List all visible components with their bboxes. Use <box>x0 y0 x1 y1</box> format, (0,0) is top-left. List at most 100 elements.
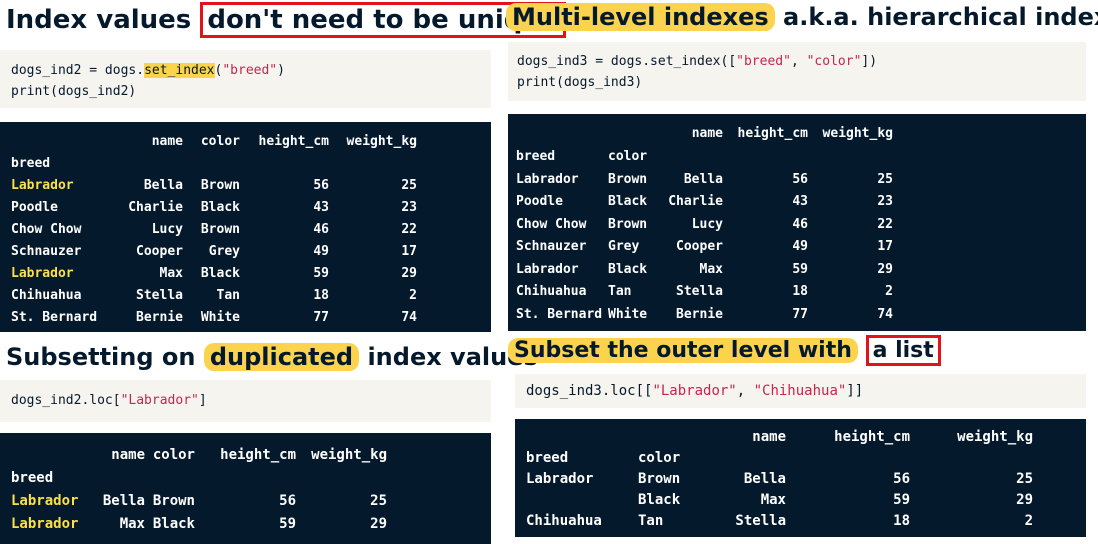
code-string: "breed" <box>222 63 278 78</box>
cell: 29 <box>877 261 893 277</box>
column-header: name <box>111 446 145 463</box>
index-cell: Chow Chow <box>11 221 82 237</box>
cell: 77 <box>313 309 329 325</box>
table-row: Labrador Bella Brown 56 25 <box>11 174 417 196</box>
index-cell: Brown <box>608 216 648 232</box>
cell: 56 <box>893 470 910 487</box>
code-function: set_index <box>144 63 215 78</box>
cell: 77 <box>792 306 808 322</box>
index-name: color <box>608 149 648 164</box>
cell: Cooper <box>676 239 723 254</box>
column-header: weight_kg <box>346 133 417 149</box>
index-cell: Tan <box>608 284 632 299</box>
cell: Max <box>760 491 786 508</box>
output-table: name color height_cm weight_kg breed Lab… <box>11 443 387 535</box>
cell: 59 <box>313 265 329 281</box>
header-row: name height_cm weight_kg <box>516 122 893 145</box>
cell: Max <box>699 261 723 277</box>
index-name: color <box>638 449 681 466</box>
cell: 2 <box>1024 512 1033 529</box>
index-cell: Chow Chow <box>516 216 587 232</box>
index-cell: Brown <box>638 470 681 487</box>
code-string: "Chihuahua" <box>753 383 847 399</box>
output-dogs-ind2: name color height_cm weight_kg breed Lab… <box>0 122 491 332</box>
index-cell: Poodle <box>11 199 58 215</box>
cell: 59 <box>279 515 296 532</box>
cell: Black <box>152 515 195 532</box>
cell: Lucy <box>691 216 723 232</box>
highlighted-phrase: Subset the outer level with <box>508 338 858 363</box>
index-cell: Labrador <box>516 171 579 187</box>
table-row: Poodle Black Charlie 43 23 <box>516 190 893 213</box>
cell: 49 <box>313 243 329 259</box>
cell: Stella <box>676 284 723 299</box>
output-dogs-ind3: name height_cm weight_kg breed color Lab… <box>508 114 1086 331</box>
index-cell: White <box>608 306 648 322</box>
cell: Charlie <box>128 199 183 215</box>
code-line: dogs_ind3 = dogs.set_index(["breed", "co… <box>517 51 1077 72</box>
index-cell: St. Bernard <box>516 306 603 322</box>
index-name: breed <box>516 149 556 164</box>
table-row: Black Max 59 29 <box>526 489 1033 510</box>
index-cell: Poodle <box>516 194 563 209</box>
table-row: Labrador Max Black 59 29 <box>11 262 417 284</box>
column-header: name <box>151 133 183 149</box>
index-cell: Tan <box>638 512 664 529</box>
column-header: height_cm <box>220 446 296 463</box>
output-loc-labrador: name color height_cm weight_kg breed Lab… <box>0 433 491 544</box>
column-header: height_cm <box>834 429 910 445</box>
cell: 18 <box>893 512 910 529</box>
cell: Black <box>200 265 240 281</box>
index-cell: Black <box>638 491 681 508</box>
code-text: , <box>736 383 754 399</box>
index-name-row: breed color <box>526 447 1033 468</box>
index-cell: Chihuahua <box>516 284 587 299</box>
cell: Bella <box>143 177 183 193</box>
cell: Bella <box>683 171 723 187</box>
index-cell: Schnauzer <box>11 243 82 259</box>
cell: 2 <box>885 284 893 299</box>
code-block-set-index: dogs_ind2 = dogs.set_index("breed") prin… <box>0 50 491 108</box>
code-text: ] <box>198 393 207 408</box>
cell: 56 <box>279 492 296 509</box>
code-line: dogs_ind3.loc[["Labrador", "Chihuahua"]] <box>526 381 1075 402</box>
heading-subsetting-duplicated: Subsetting on duplicated index values <box>6 343 538 371</box>
table-row: Schnauzer Grey Cooper 49 17 <box>516 235 893 258</box>
heading-subset-outer-level: Subset the outer level with a list <box>508 335 941 366</box>
table-row: Labrador Black Max 59 29 <box>516 258 893 280</box>
column-header: weight_kg <box>311 446 387 463</box>
output-table: name height_cm weight_kg breed color Lab… <box>526 427 1033 531</box>
cell: 29 <box>370 515 387 532</box>
table-row: Chow Chow Lucy Brown 46 22 <box>11 218 417 240</box>
index-name-row: breed <box>11 466 387 489</box>
index-cell: Grey <box>608 239 640 254</box>
cell: 43 <box>313 199 329 215</box>
index-cell-highlighted: Labrador <box>11 492 79 509</box>
heading-text: a.k.a. hierarchical indexes <box>783 3 1098 31</box>
code-string: "color" <box>806 54 862 69</box>
boxed-phrase: a list <box>865 335 941 366</box>
table-row: Chihuahua Tan Stella 18 2 <box>516 280 893 303</box>
index-cell: Black <box>608 194 648 209</box>
index-cell <box>526 489 638 510</box>
cell: Bernie <box>676 306 723 322</box>
index-cell: Labrador <box>516 261 579 277</box>
cell: 46 <box>792 216 808 232</box>
cell: 29 <box>401 265 417 281</box>
column-header: height_cm <box>737 126 808 141</box>
table-row: Labrador Bella Brown 56 25 <box>11 489 387 512</box>
heading-multi-level-indexes: Multi-level indexes a.k.a. hierarchical … <box>506 3 1098 31</box>
cell: 22 <box>877 216 893 232</box>
cell: Grey <box>208 243 240 259</box>
cell: 59 <box>893 491 910 508</box>
output-loc-list: name height_cm weight_kg breed color Lab… <box>515 419 1086 537</box>
cell: Brown <box>200 177 240 193</box>
cell: Brown <box>200 221 240 237</box>
code-line: dogs_ind2 = dogs.set_index("breed") <box>11 60 480 81</box>
code-line: print(dogs_ind3) <box>517 75 643 90</box>
code-text: ]) <box>861 54 878 69</box>
code-text: ) <box>277 63 285 78</box>
table-row: St. Bernard White Bernie 77 74 <box>516 303 893 325</box>
cell: 59 <box>792 261 808 277</box>
index-cell: Black <box>608 261 648 277</box>
